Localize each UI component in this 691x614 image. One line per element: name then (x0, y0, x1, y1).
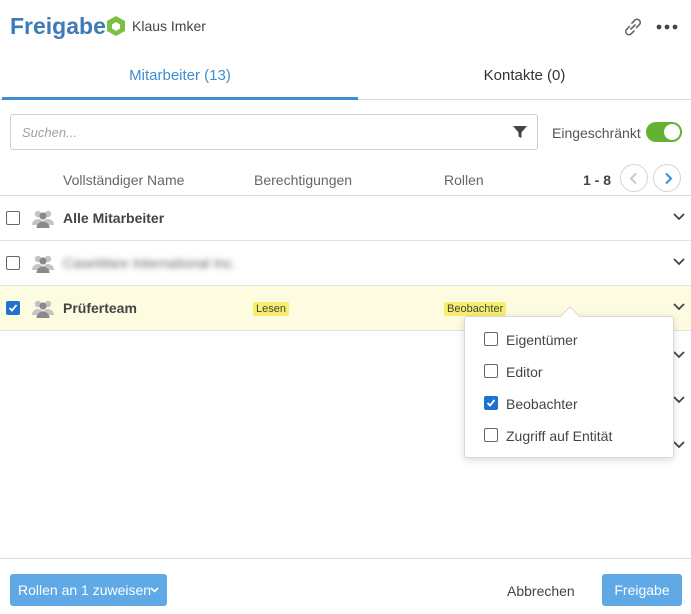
dialog-footer: Rollen an 1 zuweisen Abbrechen Freigabe (0, 558, 691, 614)
option-checkbox[interactable] (484, 332, 498, 346)
tab-contacts[interactable]: Kontakte (0) (358, 56, 691, 100)
table-row[interactable]: Alle Mitarbeiter (0, 196, 691, 241)
role-option-editor[interactable]: Editor (465, 356, 675, 388)
row-checkbox[interactable] (6, 211, 20, 225)
option-checkbox[interactable] (484, 396, 498, 410)
filter-icon[interactable] (512, 124, 528, 140)
pager-next-button[interactable] (653, 164, 681, 192)
checkmark-icon (486, 399, 496, 407)
chevron-right-icon (665, 172, 673, 185)
owner-badge: Klaus Imker (106, 15, 206, 37)
column-name[interactable]: Vollständiger Name (63, 172, 184, 188)
option-label: Editor (506, 364, 543, 380)
row-name: CaseWare International Inc. (63, 255, 237, 271)
pager-prev-button[interactable] (620, 164, 648, 192)
hexagon-icon (107, 16, 125, 36)
table-row[interactable]: CaseWare International Inc. (0, 241, 691, 286)
chevron-left-icon (629, 172, 637, 185)
checkmark-icon (8, 304, 18, 312)
role-option-observer[interactable]: Beobachter (465, 388, 675, 420)
share-button[interactable]: Freigabe (602, 574, 682, 606)
column-roles[interactable]: Rollen (444, 172, 484, 188)
more-options-icon[interactable] (654, 14, 680, 40)
assign-roles-button[interactable]: Rollen an 1 zuweisen (10, 574, 167, 606)
row-name: Prüferteam (63, 300, 137, 316)
chevron-down-icon[interactable] (672, 302, 686, 312)
group-icon (32, 255, 54, 273)
role-option-entity-access[interactable]: Zugriff auf Entität (465, 420, 675, 452)
restricted-label: Eingeschränkt (552, 125, 641, 141)
group-icon (32, 300, 54, 318)
role-option-owner[interactable]: Eigentümer (465, 324, 675, 356)
option-label: Beobachter (506, 396, 578, 412)
restricted-toggle[interactable] (646, 122, 682, 142)
option-label: Eigentümer (506, 332, 578, 348)
group-icon (32, 210, 54, 228)
owner-name: Klaus Imker (132, 18, 206, 34)
tab-bar: Mitarbeiter (13) Kontakte (0) (0, 56, 691, 100)
tab-employees[interactable]: Mitarbeiter (13) (2, 56, 358, 100)
column-headers: Vollständiger Name Berechtigungen Rollen… (0, 164, 691, 196)
pager-range: 1 - 8 (583, 172, 612, 188)
dialog-title: Freigabe (10, 13, 106, 39)
dialog-header: Freigabe Klaus Imker (0, 0, 691, 56)
permission-tag[interactable]: Lesen (253, 302, 289, 316)
row-name: Alle Mitarbeiter (63, 210, 165, 226)
row-checkbox[interactable] (6, 256, 20, 270)
option-checkbox[interactable] (484, 364, 498, 378)
toggle-knob (664, 124, 680, 140)
cancel-button[interactable]: Abbrechen (507, 583, 575, 599)
search-box (10, 114, 538, 150)
option-checkbox[interactable] (484, 428, 498, 442)
role-tag[interactable]: Beobachter (444, 302, 507, 316)
link-icon[interactable] (620, 14, 646, 40)
search-input[interactable] (11, 115, 491, 149)
assign-roles-label: Rollen an 1 zuweisen (18, 582, 152, 598)
role-dropdown: Eigentümer Editor Beobachter Zugriff auf… (464, 316, 674, 458)
chevron-down-icon[interactable] (672, 257, 686, 267)
column-permissions[interactable]: Berechtigungen (254, 172, 352, 188)
chevron-down-icon[interactable] (672, 212, 686, 222)
option-label: Zugriff auf Entität (506, 428, 613, 444)
row-checkbox[interactable] (6, 301, 20, 315)
chevron-down-icon (150, 587, 159, 593)
